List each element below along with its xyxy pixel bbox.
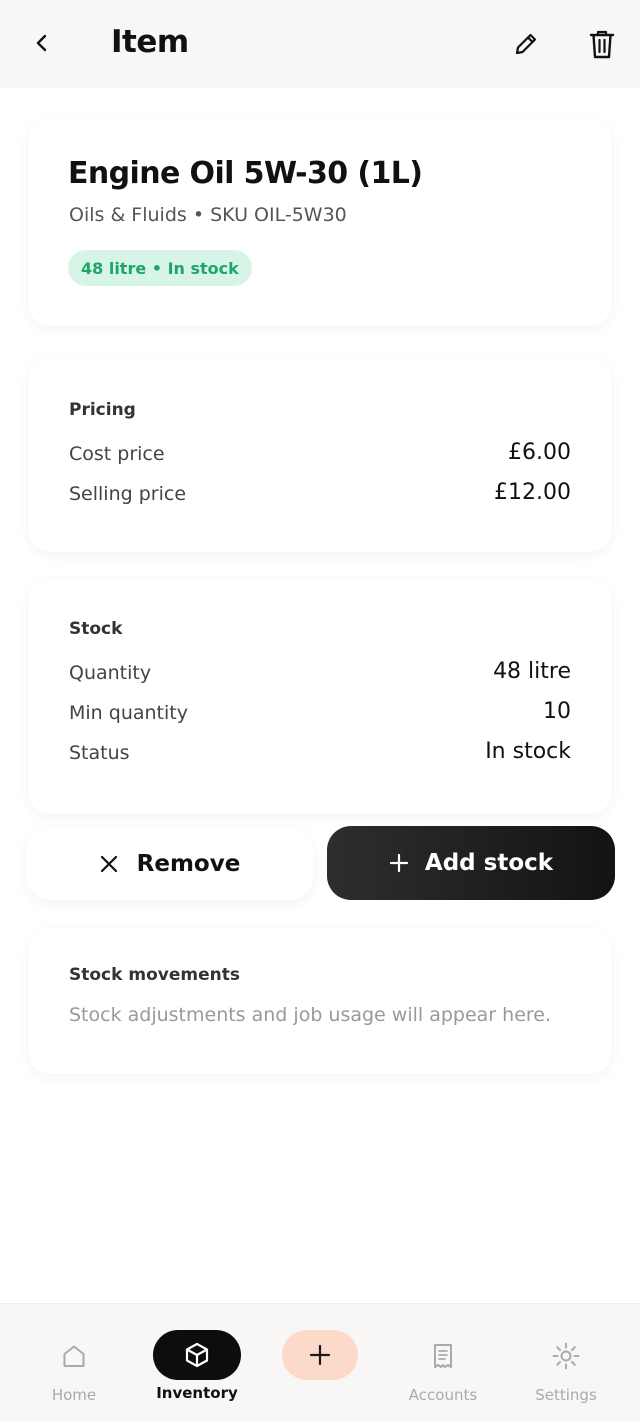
selling-price-value: £12.00 xyxy=(494,480,571,505)
stock-title: Stock xyxy=(69,619,123,639)
top-app-bar: Item xyxy=(0,0,640,88)
pricing-title: Pricing xyxy=(69,400,136,420)
nav-active-indicator xyxy=(153,1330,241,1380)
quantity-label: Quantity xyxy=(69,662,152,684)
add-stock-label: Add stock xyxy=(424,850,554,876)
pricing-card: Pricing Cost price £6.00 Selling price £… xyxy=(28,356,612,552)
stock-movements-title: Stock movements xyxy=(69,965,240,985)
plus-icon xyxy=(389,853,409,873)
nav-label-accounts: Accounts xyxy=(408,1386,478,1404)
item-detail-screen: Item Engine Oil 5W-30 (1L) Oils & Fluids… xyxy=(0,0,640,1421)
nav-label-settings: Settings xyxy=(535,1386,597,1404)
status-value: In stock xyxy=(485,739,571,764)
nav-item-settings[interactable]: Settings xyxy=(526,1304,606,1421)
nav-label-home: Home xyxy=(51,1386,97,1404)
edit-button[interactable] xyxy=(509,27,543,61)
min-quantity-value: 10 xyxy=(543,699,571,724)
trash-icon xyxy=(589,30,615,59)
close-icon xyxy=(100,855,117,873)
add-stock-button[interactable]: Add stock xyxy=(327,826,615,900)
item-name: Engine Oil 5W-30 (1L) xyxy=(68,156,423,191)
stock-movements-empty-text: Stock adjustments and job usage will app… xyxy=(69,1004,552,1026)
remove-stock-button[interactable]: Remove xyxy=(26,828,313,900)
remove-stock-label: Remove xyxy=(136,851,241,877)
plus-icon xyxy=(309,1344,331,1366)
receipt-icon xyxy=(434,1344,452,1368)
home-icon xyxy=(63,1345,85,1367)
status-label: Status xyxy=(69,742,130,764)
item-summary-card: Engine Oil 5W-30 (1L) Oils & Fluids • SK… xyxy=(28,118,612,326)
stock-movements-card: Stock movements Stock adjustments and jo… xyxy=(28,928,612,1074)
cost-price-value: £6.00 xyxy=(508,440,571,465)
delete-button[interactable] xyxy=(584,26,620,62)
selling-price-label: Selling price xyxy=(69,483,187,505)
quick-add-button[interactable] xyxy=(282,1304,358,1421)
back-button[interactable] xyxy=(26,27,58,59)
stock-card: Stock Quantity 48 litre Min quantity 10 … xyxy=(28,578,612,814)
stock-status-badge: 48 litre • In stock xyxy=(68,250,252,286)
nav-label-inventory: Inventory xyxy=(156,1384,238,1402)
page-title: Item xyxy=(111,24,189,60)
gear-icon xyxy=(552,1342,580,1370)
nav-item-home[interactable]: Home xyxy=(34,1304,114,1421)
nav-item-accounts[interactable]: Accounts xyxy=(398,1304,488,1421)
pencil-icon xyxy=(515,33,537,55)
min-quantity-label: Min quantity xyxy=(69,702,188,724)
chevron-left-icon xyxy=(36,34,47,52)
item-category-sku: Oils & Fluids • SKU OIL-5W30 xyxy=(69,204,347,226)
cost-price-label: Cost price xyxy=(69,443,165,465)
nav-item-inventory[interactable]: Inventory xyxy=(147,1304,247,1421)
quantity-value: 48 litre xyxy=(493,659,571,684)
box-icon xyxy=(185,1342,209,1368)
bottom-navigation: Home Inventory Accounts Settings xyxy=(0,1303,640,1421)
